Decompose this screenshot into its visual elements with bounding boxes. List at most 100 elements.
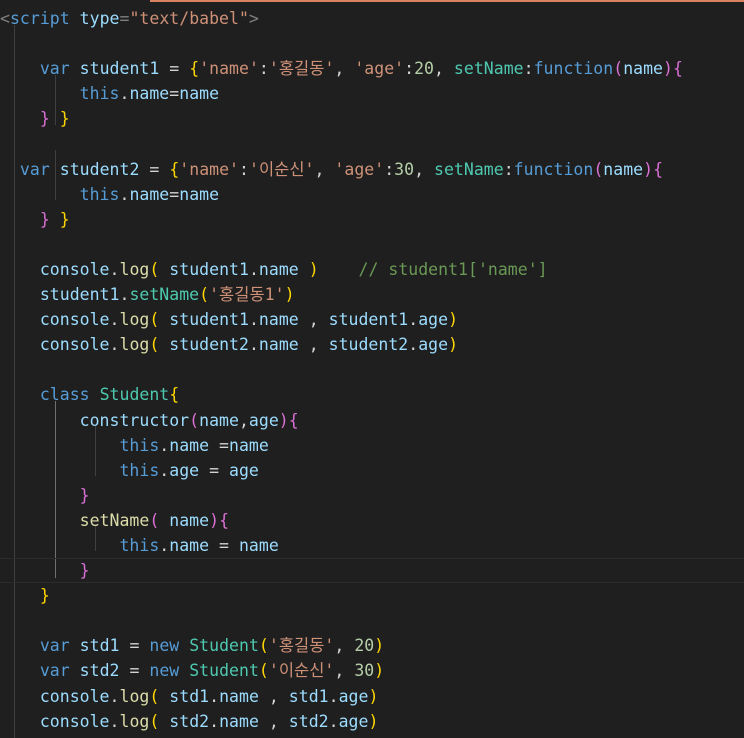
code-token: function — [533, 59, 614, 79]
code-line[interactable] — [0, 357, 744, 382]
code-token: new — [149, 636, 180, 656]
code-line[interactable]: this.name=name — [0, 182, 744, 207]
code-line[interactable]: } — [0, 583, 744, 608]
code-token: 20 — [354, 636, 375, 656]
code-token: age — [338, 711, 369, 731]
code-line[interactable]: var std2 = new Student('이순신', 30) — [0, 658, 744, 683]
code-token: . — [328, 711, 339, 731]
code-token: , — [298, 310, 329, 330]
code-token: this — [79, 184, 120, 204]
code-line[interactable]: this.name = name — [0, 533, 744, 558]
code-token: < — [0, 9, 10, 28]
code-token: name — [219, 686, 259, 706]
code-line[interactable]: var student2 = {'name':'이순신', 'age':30, … — [0, 157, 744, 182]
code-token: : — [384, 159, 395, 179]
code-token: . — [248, 259, 259, 279]
code-line[interactable]: var std1 = new Student('홍길동', 20) — [0, 633, 744, 658]
code-token: name — [623, 59, 664, 79]
code-token: name — [169, 535, 210, 555]
code-line[interactable]: student1.setName('홍길동1') — [0, 282, 744, 307]
code-token: name — [238, 535, 279, 555]
code-token: = — [209, 535, 239, 555]
code-token: ) — [278, 410, 289, 430]
code-token: Student — [99, 385, 170, 405]
code-content[interactable]: <script type="text/babel"> var student1 … — [0, 0, 744, 734]
code-token: name — [258, 335, 299, 355]
code-line[interactable]: this.name =name — [0, 433, 744, 458]
code-token: , — [414, 159, 435, 179]
code-token: = — [169, 84, 180, 104]
code-line[interactable]: <script type="text/babel"> — [0, 6, 744, 31]
code-token: ( — [149, 510, 160, 530]
code-token: ) — [374, 636, 385, 656]
code-token: 'name' — [199, 59, 259, 79]
code-line[interactable]: console.log( std2.name , std2.age) — [0, 709, 744, 734]
code-line[interactable]: class Student{ — [0, 382, 744, 407]
code-token: '홍길동' — [268, 636, 335, 656]
code-line[interactable] — [0, 608, 744, 633]
code-token: . — [209, 711, 220, 731]
code-line[interactable]: console.log( student1.name , student1.ag… — [0, 307, 744, 332]
code-line[interactable] — [0, 232, 744, 257]
code-token: } — [59, 209, 70, 229]
code-line[interactable]: } } — [0, 106, 744, 131]
code-token: std2 — [169, 711, 210, 731]
code-token: ) — [374, 661, 385, 681]
code-token: ( — [593, 159, 604, 179]
code-token: . — [119, 285, 130, 305]
code-line[interactable]: } } — [0, 207, 744, 232]
code-token: = — [199, 460, 229, 480]
code-line[interactable]: console.log( student2.name , student2.ag… — [0, 332, 744, 357]
code-line[interactable]: var student1 = {'name':'홍길동', 'age':20, … — [0, 56, 744, 81]
code-token: '이순신' — [248, 159, 315, 179]
code-token: name — [258, 310, 299, 330]
code-token: , — [334, 661, 355, 681]
code-line[interactable]: this.age = age — [0, 458, 744, 483]
code-editor[interactable]: <script type="text/babel"> var student1 … — [0, 0, 744, 738]
code-token: { — [672, 59, 683, 79]
code-line[interactable]: } — [0, 558, 744, 583]
code-token: std1 — [169, 686, 210, 706]
code-token: setName — [79, 510, 150, 530]
code-token: std1 — [79, 636, 120, 656]
code-token: name — [258, 259, 299, 279]
code-token: . — [248, 310, 259, 330]
code-line[interactable]: } — [0, 483, 744, 508]
code-token: . — [109, 711, 120, 731]
code-token: age — [338, 686, 369, 706]
code-line[interactable] — [0, 131, 744, 156]
code-line[interactable]: this.name=name — [0, 81, 744, 106]
code-token: ( — [149, 259, 160, 279]
code-token: ) — [308, 259, 319, 279]
code-token: var — [39, 636, 70, 656]
code-line[interactable]: constructor(name,age){ — [0, 408, 744, 433]
code-line[interactable]: console.log( std1.name , std1.age) — [0, 684, 744, 709]
code-line[interactable]: console.log( student1.name ) // student1… — [0, 257, 744, 282]
code-line[interactable]: setName( name){ — [0, 508, 744, 533]
code-token: . — [109, 310, 120, 330]
code-line[interactable] — [0, 31, 744, 56]
code-token: ( — [258, 661, 269, 681]
code-token: name — [179, 84, 220, 104]
code-token: script — [9, 9, 70, 28]
code-token: . — [119, 84, 130, 104]
code-token: , — [434, 59, 454, 79]
